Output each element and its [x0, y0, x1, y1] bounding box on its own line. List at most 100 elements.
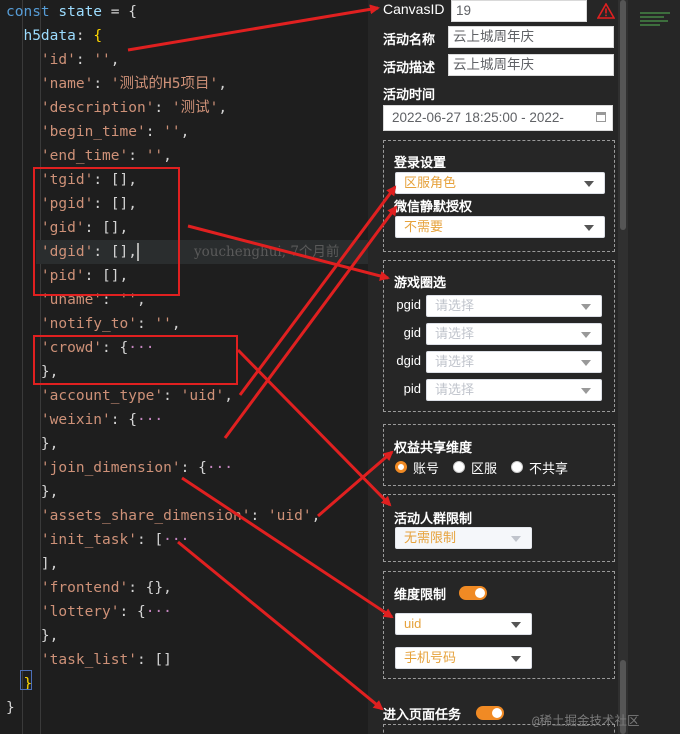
- code-line[interactable]: },: [6, 624, 58, 648]
- activity-time-range-input[interactable]: 2022-06-27 18:25:00 - 2022-: [383, 105, 613, 131]
- login-settings-title: 登录设置: [394, 155, 447, 170]
- warning-icon: [597, 3, 615, 19]
- code-token: 'description': [6, 100, 155, 116]
- code-line[interactable]: 'end_time': '',: [6, 144, 172, 168]
- code-token: 'task_list': [6, 652, 137, 668]
- radio-account[interactable]: [395, 461, 407, 473]
- code-token: ,: [218, 76, 227, 92]
- scrollbar-thumb[interactable]: [620, 0, 626, 230]
- dimension-limit-toggle[interactable]: [459, 586, 487, 600]
- code-token: 'uid': [180, 388, 225, 404]
- code-line[interactable]: },: [6, 480, 58, 504]
- chevron-down-icon: [581, 360, 591, 366]
- dgid-select[interactable]: 请选择: [426, 351, 602, 373]
- code-line[interactable]: 'assets_share_dimension': 'uid',: [6, 504, 320, 528]
- chevron-down-icon: [581, 388, 591, 394]
- bracket-match-marker: [20, 670, 32, 690]
- code-token: }: [6, 700, 15, 716]
- code-token: : {: [110, 412, 137, 428]
- radio-none[interactable]: [511, 461, 523, 473]
- pgid-placeholder: 请选择: [435, 298, 475, 313]
- chevron-down-icon: [581, 304, 591, 310]
- wechat-auth-select[interactable]: 不需要: [395, 216, 605, 238]
- code-line[interactable]: 'notify_to': '',: [6, 312, 181, 336]
- code-line[interactable]: 'name': '测试的H5项目',: [6, 72, 227, 96]
- code-token: : [: [136, 532, 164, 548]
- chevron-down-icon: [511, 656, 521, 662]
- code-token: :: [145, 124, 164, 140]
- code-token: 'frontend': [6, 580, 129, 596]
- activity-name-label: 活动名称: [383, 32, 436, 47]
- code-token: ,: [171, 316, 181, 332]
- dimension-select[interactable]: uid: [395, 613, 532, 635]
- code-line[interactable]: 'id': '',: [6, 48, 120, 72]
- code-token: ···: [206, 460, 234, 476]
- wechat-auth-value: 不需要: [404, 219, 444, 234]
- code-token: 'account_type': [6, 388, 164, 404]
- code-token: {: [93, 28, 103, 44]
- activity-name-input[interactable]: 云上城周年庆: [448, 26, 614, 48]
- code-token: '测试': [171, 100, 219, 116]
- chevron-down-icon: [584, 225, 594, 231]
- pid-select[interactable]: 请选择: [426, 379, 602, 401]
- code-line[interactable]: 'init_task': [···: [6, 528, 189, 552]
- code-token: state: [58, 4, 103, 20]
- code-token: ,: [110, 52, 120, 68]
- code-token: },: [6, 484, 59, 500]
- code-token: : {: [180, 460, 207, 476]
- code-line[interactable]: 'task_list': []: [6, 648, 172, 672]
- code-line[interactable]: 'join_dimension': {···: [6, 456, 233, 480]
- radio-server[interactable]: [453, 461, 465, 473]
- code-line[interactable]: 'weixin': {···: [6, 408, 163, 432]
- code-token: : {: [119, 604, 146, 620]
- canvas-id-input[interactable]: 19: [451, 0, 587, 22]
- code-line[interactable]: 'frontend': {},: [6, 576, 172, 600]
- code-token: '': [93, 52, 111, 68]
- code-line[interactable]: },: [6, 432, 58, 456]
- chevron-down-icon: [511, 536, 521, 542]
- code-token: },: [6, 628, 59, 644]
- code-line[interactable]: }: [6, 696, 15, 720]
- watermark: @稀土掘金技术社区: [532, 713, 640, 728]
- dimension-select-2[interactable]: 手机号码: [395, 647, 532, 669]
- code-token: :: [136, 316, 155, 332]
- game-filter-title: 游戏圈选: [394, 275, 447, 290]
- calendar-icon: [596, 112, 606, 122]
- code-token: ···: [163, 532, 190, 548]
- code-line[interactable]: 'account_type': 'uid',: [6, 384, 233, 408]
- activity-desc-input[interactable]: 云上城周年庆: [448, 54, 614, 76]
- dimension-limit-title: 维度限制: [394, 587, 447, 602]
- login-mode-select[interactable]: 区服角色: [395, 172, 605, 194]
- code-line[interactable]: const state = {: [6, 0, 137, 24]
- code-token: 'name': [6, 76, 94, 92]
- minimap[interactable]: [640, 10, 676, 50]
- code-token: ···: [136, 412, 164, 428]
- code-line[interactable]: ],: [6, 552, 58, 576]
- activity-time-value: 2022-06-27 18:25:00 - 2022-: [392, 110, 564, 125]
- gid-select[interactable]: 请选择: [426, 323, 602, 345]
- pgid-label: pgid: [396, 297, 421, 312]
- code-line[interactable]: 'description': '测试',: [6, 96, 227, 120]
- code-line[interactable]: 'begin_time': '',: [6, 120, 189, 144]
- pid-placeholder: 请选择: [435, 382, 475, 397]
- radio-none-label: 不共享: [529, 461, 569, 476]
- pgid-select[interactable]: 请选择: [426, 295, 602, 317]
- code-token: 'begin_time': [6, 124, 146, 140]
- enter-page-task-label: 进入页面任务: [383, 707, 462, 722]
- code-token: ,: [180, 124, 190, 140]
- code-line[interactable]: h5data: {: [6, 24, 102, 48]
- code-token: :: [75, 52, 94, 68]
- code-editor[interactable]: const state = { h5data: { 'id': '', 'nam…: [0, 0, 368, 734]
- chevron-down-icon: [584, 181, 594, 187]
- code-token: :: [163, 388, 181, 404]
- canvas-id-label: CanvasID: [383, 1, 445, 17]
- code-token: 'notify_to': [6, 316, 137, 332]
- code-token: : {},: [128, 580, 172, 596]
- code-token: h5data: [6, 28, 76, 44]
- code-token: :: [128, 148, 146, 164]
- git-blame-hint: youchenghui, 7个月前: [194, 244, 340, 260]
- enter-page-task-toggle[interactable]: [476, 706, 504, 720]
- code-line[interactable]: 'lottery': {···: [6, 600, 172, 624]
- crowd-limit-select[interactable]: 无需限制: [395, 527, 532, 549]
- code-token: 'lottery': [6, 604, 120, 620]
